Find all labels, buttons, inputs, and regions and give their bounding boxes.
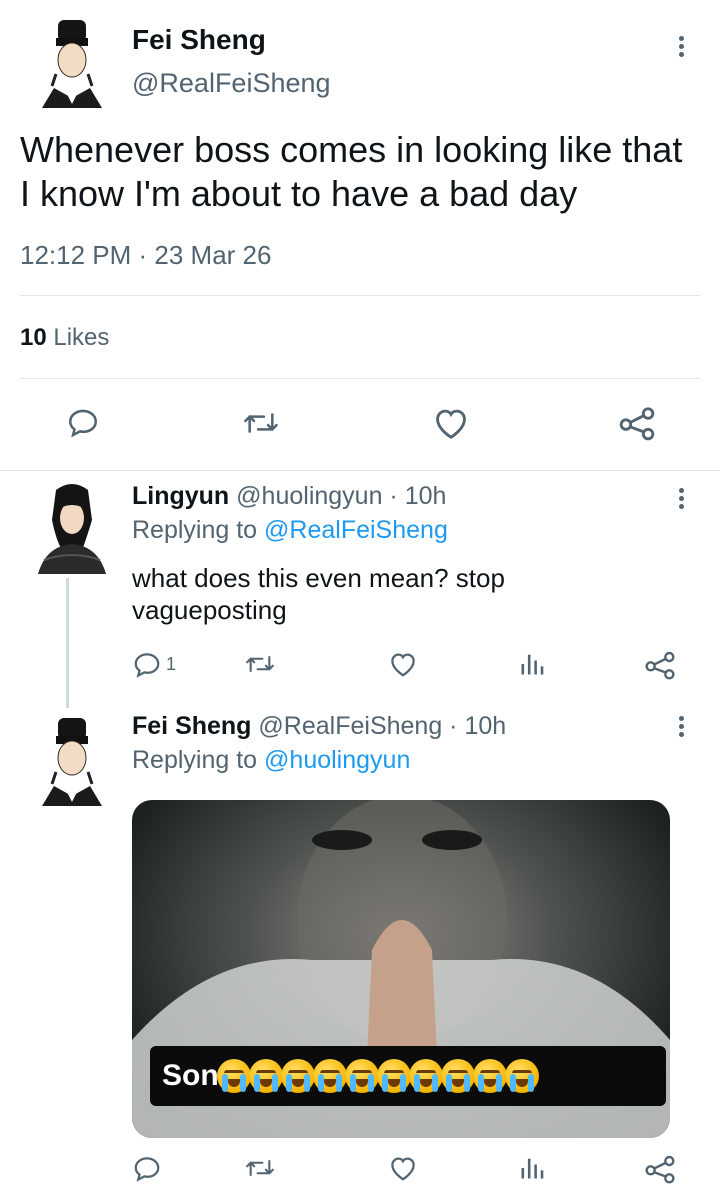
divider bbox=[20, 295, 700, 296]
avatar-lingyun[interactable] bbox=[34, 480, 110, 574]
reply-handle-time[interactable]: @huolingyun · 10h bbox=[236, 482, 446, 510]
author-name[interactable]: Fei Sheng bbox=[132, 24, 266, 56]
more-icon[interactable] bbox=[676, 716, 686, 740]
replying-to-link[interactable]: @huolingyun bbox=[264, 746, 410, 774]
tweet-text: Whenever boss comes in looking like that… bbox=[20, 128, 682, 216]
crying-emoji-icon bbox=[248, 1059, 283, 1093]
media-caption: Son bbox=[150, 1046, 666, 1106]
like-icon[interactable] bbox=[388, 650, 418, 678]
crying-emoji-icon bbox=[312, 1059, 347, 1093]
retweet-icon[interactable] bbox=[244, 1154, 276, 1182]
reply-count: 1 bbox=[166, 654, 177, 674]
share-icon[interactable] bbox=[618, 405, 656, 441]
replying-to-link[interactable]: @RealFeiSheng bbox=[264, 516, 448, 544]
retweet-icon[interactable] bbox=[244, 650, 276, 678]
crying-emoji-icon bbox=[280, 1059, 315, 1093]
reply-author-name[interactable]: Lingyun bbox=[132, 482, 229, 510]
thread-line bbox=[66, 578, 69, 708]
replying-prefix: Replying to bbox=[132, 746, 258, 774]
reply-icon[interactable] bbox=[132, 650, 162, 680]
divider bbox=[20, 378, 700, 379]
crying-emoji-icon bbox=[216, 1059, 251, 1093]
views-icon[interactable] bbox=[518, 650, 546, 678]
divider bbox=[0, 470, 720, 471]
reply-text-line: vagueposting bbox=[132, 595, 287, 625]
reply-text: what does this even mean? stop vaguepost… bbox=[132, 562, 505, 626]
crying-emoji-icon bbox=[504, 1059, 539, 1093]
reply-icon[interactable] bbox=[132, 1154, 162, 1184]
reply-text-line: what does this even mean? stop bbox=[132, 563, 505, 593]
share-icon[interactable] bbox=[644, 650, 676, 680]
likes-label: Likes bbox=[53, 324, 110, 351]
tweet-timestamp[interactable]: 12:12 PM · 23 Mar 26 bbox=[20, 240, 271, 271]
tweet-text-line: Whenever boss comes in looking like that bbox=[20, 129, 683, 170]
more-icon[interactable] bbox=[676, 36, 686, 60]
share-icon[interactable] bbox=[644, 1154, 676, 1184]
like-icon[interactable] bbox=[432, 405, 470, 441]
reply-handle-time[interactable]: @RealFeiSheng · 10h bbox=[258, 712, 506, 740]
likes-count: 10 bbox=[20, 324, 47, 351]
crying-emoji-icon bbox=[376, 1059, 411, 1093]
crying-emoji-icon bbox=[440, 1059, 475, 1093]
reply-icon[interactable] bbox=[66, 406, 100, 440]
likes-stat[interactable]: 10 Likes bbox=[20, 324, 109, 352]
reply-header: Fei Sheng @RealFeiSheng · 10h bbox=[132, 712, 506, 741]
crying-emoji-icon bbox=[344, 1059, 379, 1093]
more-icon[interactable] bbox=[676, 488, 686, 512]
crying-emoji-icon bbox=[408, 1059, 443, 1093]
reply-header: Lingyun @huolingyun · 10h bbox=[132, 482, 446, 511]
media-caption-text: Son bbox=[162, 1059, 219, 1092]
replying-to: Replying to @RealFeiSheng bbox=[132, 516, 448, 545]
replying-prefix: Replying to bbox=[132, 516, 258, 544]
replying-to: Replying to @huolingyun bbox=[132, 746, 410, 775]
crying-emoji-icon bbox=[472, 1059, 507, 1093]
like-icon[interactable] bbox=[388, 1154, 418, 1182]
avatar-fei-sheng[interactable] bbox=[34, 712, 110, 806]
avatar-fei-sheng[interactable] bbox=[34, 14, 110, 108]
reply-author-name[interactable]: Fei Sheng bbox=[132, 712, 251, 740]
media-emoji-row bbox=[216, 1059, 539, 1093]
author-handle[interactable]: @RealFeiSheng bbox=[132, 68, 331, 99]
tweet-text-line: I know I'm about to have a bad day bbox=[20, 173, 578, 214]
retweet-icon[interactable] bbox=[242, 406, 280, 440]
views-icon[interactable] bbox=[518, 1154, 546, 1182]
